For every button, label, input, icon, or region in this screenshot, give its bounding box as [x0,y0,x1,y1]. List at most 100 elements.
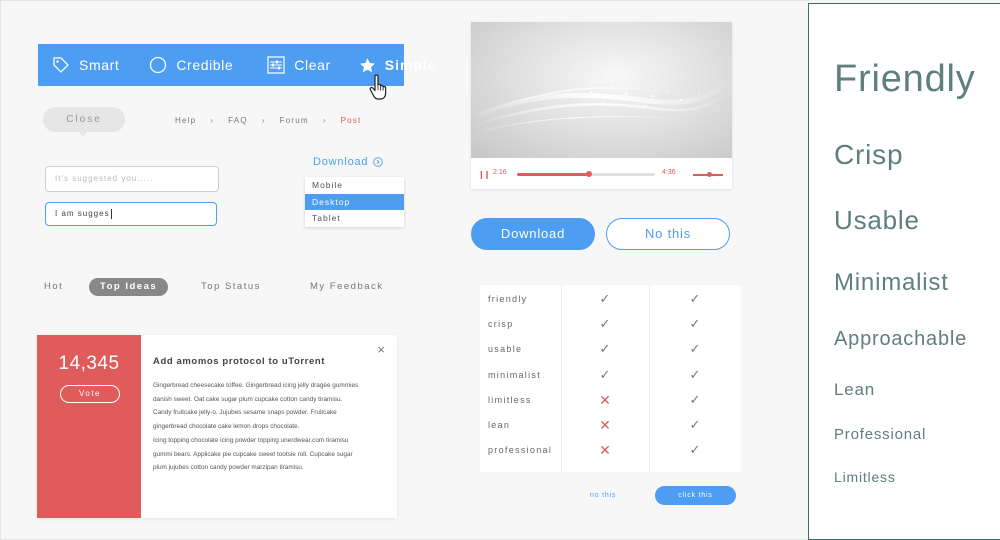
dropdown-option-tablet[interactable]: Tablet [305,210,404,227]
feature-row-label: usable [488,344,523,355]
total-time: 4:36 [662,169,676,176]
progress-fill [517,173,589,176]
tab-hot[interactable]: Hot [44,278,63,296]
breadcrumb-forum[interactable]: Forum [280,116,309,125]
checkmark-icon: ✓ [689,442,701,458]
sliders-icon [267,56,285,74]
word-crisp: Crisp [834,139,904,170]
no-this-link[interactable]: no this [590,492,616,499]
close-icon[interactable]: × [377,342,385,357]
chevron-right-icon: › [322,116,327,125]
feature-label-smart: Smart [79,57,120,73]
feature-label-clear: Clear [294,57,331,73]
feature-item-smart[interactable]: Smart [52,44,119,86]
word-approachable: Approachable [834,328,968,350]
breadcrumb: Help › FAQ › Forum › Post [175,116,361,125]
breadcrumb-help[interactable]: Help [175,116,196,125]
tag-icon [52,56,70,74]
cross-icon: ✕ [599,417,611,433]
star-icon [359,57,376,74]
breadcrumb-faq[interactable]: FAQ [228,116,248,125]
checkmark-icon: ✓ [599,316,611,332]
download-button[interactable]: Download [471,218,595,250]
download-dropdown-menu: Mobile Desktop Tablet [305,177,404,227]
video-frame[interactable] [471,22,732,158]
feature-item-clear[interactable]: Clear [267,44,330,86]
pause-icon[interactable]: ❙❙ [478,170,490,179]
cross-icon: ✕ [599,391,611,408]
feature-row-label: lean [488,420,511,430]
vote-panel: 14,345 Vote [37,335,141,518]
word-usable: Usable [834,205,920,235]
breadcrumb-post[interactable]: Post [341,116,362,125]
feature-row-label: friendly [488,294,528,304]
checkmark-icon: ✓ [599,341,611,357]
chevron-right-icon: › [261,116,266,125]
progress-handle[interactable] [585,171,592,177]
idea-card: 14,345 Vote Add amomos protocol to uTorr… [37,335,397,518]
checkmark-icon: ✓ [599,291,611,306]
word-friendly: Friendly [834,58,976,100]
tab-top-ideas[interactable]: Top Ideas [89,278,169,296]
no-this-button[interactable]: No this [606,218,730,250]
checkmark-icon: ✓ [689,316,701,332]
checkmark-icon: ✓ [599,366,611,382]
dropdown-option-desktop[interactable]: Desktop [305,193,404,210]
word-minimalist: Minimalist [834,269,949,296]
feature-row-label: crisp [488,319,514,330]
vote-button[interactable]: Vote [60,385,120,403]
circle-icon [149,56,167,74]
typography-panel: Friendly Crisp Usable Minimalist Approac… [808,3,1000,540]
feature-row-label: limitless [488,394,532,405]
close-button[interactable]: Close [43,107,125,132]
idea-description-line: Candy fruitcake jelly-o. Jujubes sesame … [153,409,337,417]
chevron-right-icon: › [210,116,215,125]
close-pill-tail [78,131,88,137]
vote-count: 14,345 [58,353,120,374]
suggestion-input-placeholder: It's suggested you..... [55,174,154,183]
column-divider [561,285,562,472]
checkmark-icon: ✓ [689,391,701,407]
idea-description-line: gingerbread chocolate cake lemon drops c… [153,423,300,431]
tab-top-status[interactable]: Top Status [201,278,261,296]
idea-title: Add amomos protocol to uTorrent [153,356,326,367]
suggestion-input-active[interactable]: I am sugges [45,202,217,226]
feature-row-label: minimalist [488,369,542,380]
volume-handle[interactable] [707,172,712,177]
light-streak-graphic [471,79,732,135]
hand-cursor-icon [368,74,390,105]
feature-label-simple: Simple [384,57,437,73]
player-controls: ❙❙ 2:16 4:36 [471,158,732,189]
word-professional: Professional [834,426,927,443]
text-caret [110,208,112,219]
video-player: ❙❙ 2:16 4:36 [471,22,732,189]
word-lean: Lean [834,380,876,399]
idea-description-line: gummi bears. Applicake pie cupcake sweet… [153,450,353,458]
download-dropdown-toggle[interactable]: Download [313,156,384,168]
suggestion-input[interactable]: It's suggested you..... [45,166,219,192]
feature-label-credible: Credible [176,57,234,73]
word-limitless: Limitless [834,469,896,485]
checkmark-icon: ✓ [689,366,701,382]
current-time: 2:16 [493,169,507,176]
tab-my-feedback[interactable]: My Feedback [310,278,384,296]
idea-description-line: Gingerbread cheesecake toffee. Gingerbre… [153,382,359,389]
feature-item-credible[interactable]: Credible [149,44,233,86]
feature-nav-bar: Smart Credible Clear Simple [38,44,436,86]
checkmark-icon: ✓ [689,291,701,306]
feature-comparison-table: friendly ✓ ✓ crisp ✓ ✓ usable ✓ ✓ minimalist ✓ ✓ lim… [480,285,741,472]
idea-description-line: plum jujubes cotton candy powder marzipa… [153,464,304,472]
download-dropdown-label: Download [313,156,369,168]
click-this-button[interactable]: click this [655,486,736,505]
progress-track[interactable] [517,171,655,177]
feature-row-label: professional [488,445,553,456]
idea-description: Gingerbread cheesecake toffee. Gingerbre… [153,379,378,475]
dropdown-option-mobile[interactable]: Mobile [305,177,404,194]
suggestion-input-value: I am sugges [55,209,110,218]
checkmark-icon: ✓ [689,417,701,432]
cross-icon: ✕ [599,442,611,459]
column-divider [649,285,650,472]
checkmark-icon: ✓ [689,341,701,357]
chevron-circle-icon [373,157,384,167]
idea-description-line: Icing topping chocolate icing powder top… [153,436,349,444]
